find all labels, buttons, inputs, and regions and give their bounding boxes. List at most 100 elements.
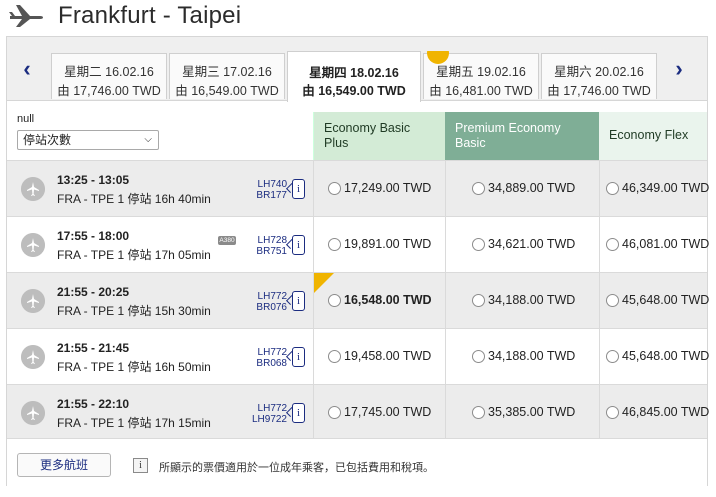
fare-option-economy-basic-plus[interactable]: 17,745.00 TWD [313,385,445,441]
date-tab-16-02[interactable]: 星期二 16.02.16 由 17,746.00 TWD [51,53,167,99]
flight-row: 17:55 - 18:00 FRA - TPE 1 停站 17h 05min A… [7,216,709,273]
fare-option-economy-flex[interactable]: 46,081.00 TWD [599,217,709,273]
filter-label: null [17,113,35,125]
fare-radio[interactable] [606,238,619,251]
flight-route: FRA - TPE 1 停站 16h 40min [57,192,211,206]
fare-price: 46,349.00 TWD [622,181,710,195]
flight-row: 13:25 - 13:05 FRA - TPE 1 停站 16h 40min L… [7,160,710,217]
fare-option-economy-flex[interactable]: 46,845.00 TWD [599,385,710,441]
flight-route: FRA - TPE 1 停站 17h 15min [57,416,211,430]
fare-radio[interactable] [606,182,619,195]
flight-number: LH728 [257,235,287,246]
fare-price: 45,648.00 TWD [622,293,710,307]
flight-route: FRA - TPE 1 停站 17h 05min [57,248,211,262]
plane-icon [21,345,45,369]
prev-dates-arrow-icon[interactable]: ‹ [15,55,39,83]
fare-radio[interactable] [328,182,341,195]
fare-class-header-premium-economy-basic: Premium Economy Basic [445,112,599,160]
plane-icon [21,401,45,425]
stops-select[interactable]: 停站次數 ⌵ [17,130,159,150]
fare-radio[interactable] [606,406,619,419]
flight-number: LH772 [257,347,287,358]
fare-radio[interactable] [472,350,485,363]
more-flights-button[interactable]: 更多航班 [17,453,111,477]
fare-radio[interactable] [606,350,619,363]
flight-times: 21:55 - 22:10 [57,397,130,411]
info-icon: i [133,458,148,473]
date-tab-date: 星期三 17.02.16 [182,65,272,79]
flight-numbers: LH772 LH9722 [239,403,287,425]
flight-numbers: LH728 BR751 [239,235,287,257]
fare-radio[interactable] [328,294,341,307]
fare-radio[interactable] [472,406,485,419]
plane-icon [21,233,45,257]
date-tab-20-02[interactable]: 星期六 20.02.16 由 17,746.00 TWD [541,53,657,99]
fare-option-economy-basic-plus[interactable]: 19,458.00 TWD [313,329,445,385]
fare-option-economy-basic-plus[interactable]: 19,891.00 TWD [313,217,445,273]
flight-number: BR068 [256,358,287,369]
fare-price: 35,385.00 TWD [488,405,576,419]
fare-option-economy-flex[interactable]: 46,349.00 TWD [599,161,710,217]
fare-option-premium-economy-basic[interactable]: 34,889.00 TWD [445,161,599,217]
flight-times: 21:55 - 20:25 [57,285,130,299]
date-tab-price: 由 16,549.00 TWD [175,84,279,98]
fare-class-header-economy-flex: Economy Flex [599,112,707,160]
date-tab-price: 由 16,481.00 TWD [429,84,533,98]
stops-filter: null 停站次數 ⌵ [7,102,313,160]
results-footer: 更多航班 i 所顯示的票價適用於一位成年乘客，已包括費用和稅項。 [7,438,707,486]
page-header: Frankfurt - Taipei [0,0,716,32]
fare-radio[interactable] [472,294,485,307]
fare-price: 17,249.00 TWD [344,181,432,195]
fare-option-premium-economy-basic[interactable]: 34,188.00 TWD [445,273,599,329]
fare-class-header-economy-basic-plus: Economy Basic Plus [313,112,445,160]
fare-price: 19,891.00 TWD [344,237,432,251]
date-tab-date: 星期二 16.02.16 [64,65,154,79]
page-title: Frankfurt - Taipei [58,2,242,29]
date-selector-bar: ‹ 星期二 16.02.16 由 17,746.00 TWD 星期三 17.02… [7,37,707,102]
fare-radio[interactable] [606,294,619,307]
date-tab-price: 由 17,746.00 TWD [57,84,161,98]
date-tab-18-02-selected[interactable]: 星期四 18.02.16 由 16,549.00 TWD [287,51,421,102]
fare-price: 34,188.00 TWD [488,293,576,307]
date-tab-17-02[interactable]: 星期三 17.02.16 由 16,549.00 TWD [169,53,285,99]
fare-price: 16,548.00 TWD [344,293,432,307]
flight-number: LH740 [257,179,287,190]
flight-row: 21:55 - 21:45 FRA - TPE 1 停站 16h 50min L… [7,328,709,385]
chevron-down-icon: ⌵ [144,134,152,145]
fare-option-economy-basic-plus[interactable]: 17,249.00 TWD [313,161,445,217]
fare-radio[interactable] [328,406,341,419]
fare-option-premium-economy-basic[interactable]: 34,621.00 TWD [445,217,599,273]
flight-number: BR177 [256,190,287,201]
flight-details-button[interactable]: i [286,232,306,258]
date-tab-date: 星期六 20.02.16 [554,65,644,79]
flight-details-button[interactable]: i [286,288,306,314]
fare-price: 46,845.00 TWD [622,405,710,419]
next-dates-arrow-icon[interactable]: › [667,55,691,83]
info-icon: i [292,179,305,199]
info-icon: i [292,403,305,423]
info-icon: i [292,291,305,311]
fare-option-economy-basic-plus[interactable]: 16,548.00 TWD [313,273,445,329]
fare-option-premium-economy-basic[interactable]: 34,188.00 TWD [445,329,599,385]
flight-results-panel: ‹ 星期二 16.02.16 由 17,746.00 TWD 星期三 17.02… [6,36,710,486]
fare-radio[interactable] [328,238,341,251]
fare-price: 17,745.00 TWD [344,405,432,419]
date-tab-date: 星期四 18.02.16 [309,66,399,80]
flight-details-button[interactable]: i [286,344,306,370]
fare-option-economy-flex[interactable]: 45,648.00 TWD [599,273,710,329]
date-tab-price: 由 16,549.00 TWD [302,84,406,98]
flight-details-button[interactable]: i [286,176,306,202]
flight-route: FRA - TPE 1 停站 16h 50min [57,360,211,374]
fare-option-economy-flex[interactable]: 45,648.00 TWD [599,329,709,385]
lowest-fare-flag-icon [427,51,449,65]
lowest-fare-flag-icon [314,273,334,293]
fare-option-premium-economy-basic[interactable]: 35,385.00 TWD [445,385,599,441]
fare-radio[interactable] [328,350,341,363]
fare-radio[interactable] [472,182,485,195]
flight-route: FRA - TPE 1 停站 15h 30min [57,304,211,318]
fare-price: 34,621.00 TWD [488,237,576,251]
fare-disclaimer: 所顯示的票價適用於一位成年乘客，已包括費用和稅項。 [159,462,434,474]
flight-details-button[interactable]: i [286,400,306,426]
flight-row: 21:55 - 20:25 FRA - TPE 1 停站 15h 30min L… [7,272,710,329]
fare-radio[interactable] [472,238,485,251]
